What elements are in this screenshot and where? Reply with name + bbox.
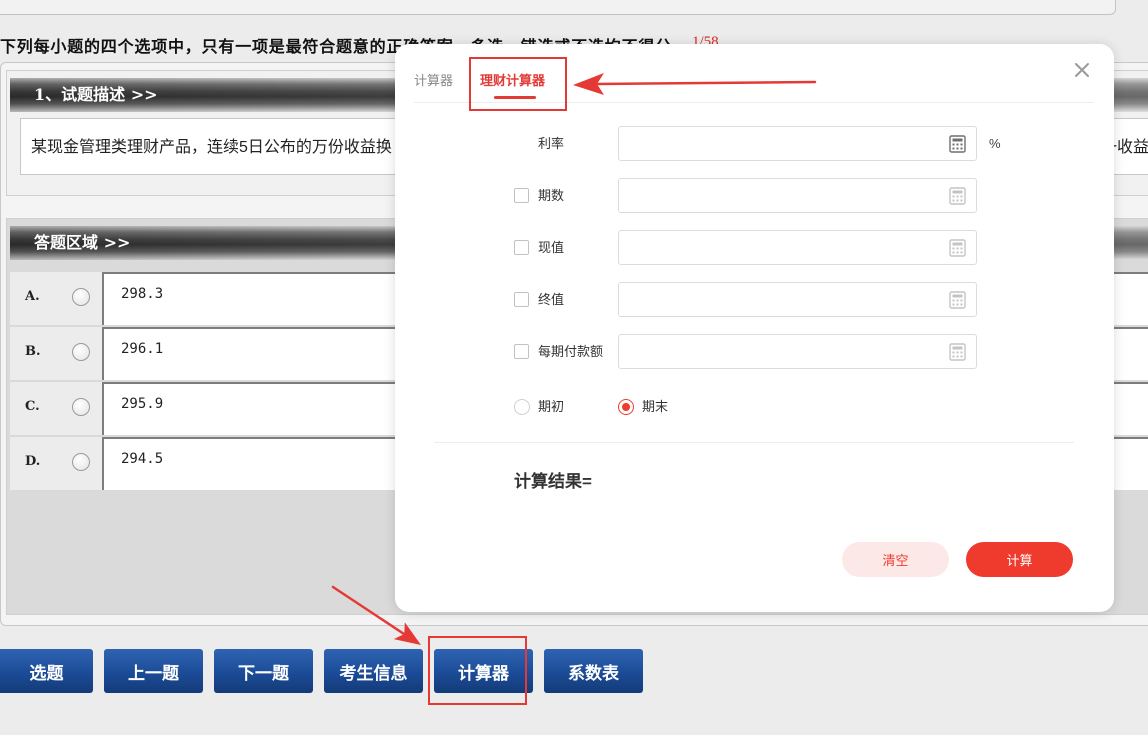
- field-label: 现值: [538, 240, 565, 255]
- next-question-button[interactable]: 下一题: [214, 649, 313, 693]
- question-section-title: 1、试题描述 >>: [34, 85, 158, 104]
- calculator-icon[interactable]: [949, 187, 966, 205]
- option-radio-c[interactable]: [72, 398, 90, 416]
- calculation-result: 计算结果=: [514, 471, 598, 493]
- end-of-period-label[interactable]: 期末: [642, 397, 668, 417]
- annotation-highlight-calculator-button: [428, 636, 527, 705]
- coefficient-table-button[interactable]: 系数表: [544, 649, 643, 693]
- end-of-period-radio[interactable]: [618, 399, 634, 415]
- interest-rate-input[interactable]: [618, 126, 977, 161]
- percent-unit: %: [989, 136, 1001, 151]
- option-value: 294.5: [121, 451, 164, 467]
- result-label: 计算结果=: [514, 472, 592, 491]
- answer-section-title: 答题区域 >>: [34, 233, 131, 252]
- calculator-icon[interactable]: [949, 291, 966, 309]
- future-value-checkbox[interactable]: [514, 292, 529, 307]
- option-letter: D.: [25, 454, 41, 469]
- question-stem-text: 某现金管理类理财产品，连续5日公布的万份收益换: [31, 139, 392, 156]
- finance-calculator-dialog: 计算器 理财计算器 利率 % 期数 现值 终值 每期付款额 期初 期末 计算结果…: [395, 44, 1114, 612]
- beginning-of-period-radio[interactable]: [514, 399, 530, 415]
- field-row-payment: 每期付款额: [395, 334, 1114, 369]
- annotation-highlight-finance-tab: [469, 57, 567, 111]
- future-value-input[interactable]: [618, 282, 977, 317]
- payment-input[interactable]: [618, 334, 977, 369]
- field-row-interest-rate: 利率 %: [395, 126, 1114, 161]
- option-radio-d[interactable]: [72, 453, 90, 471]
- previous-question-button[interactable]: 上一题: [104, 649, 203, 693]
- beginning-of-period-label[interactable]: 期初: [538, 397, 564, 417]
- present-value-checkbox[interactable]: [514, 240, 529, 255]
- calculator-icon[interactable]: [949, 135, 966, 153]
- compute-button[interactable]: 计算: [966, 542, 1073, 577]
- payment-checkbox[interactable]: [514, 344, 529, 359]
- select-question-button[interactable]: 选题: [0, 649, 93, 693]
- top-header-strip: [0, 0, 1116, 15]
- present-value-input[interactable]: [618, 230, 977, 265]
- field-label: 期数: [538, 188, 565, 203]
- interest-rate-field[interactable]: [619, 127, 939, 160]
- field-row-present-value: 现值: [395, 230, 1114, 265]
- payment-field[interactable]: [619, 335, 939, 368]
- future-value-field[interactable]: [619, 283, 939, 316]
- periods-field[interactable]: [619, 179, 939, 212]
- option-value: 295.9: [121, 396, 164, 412]
- candidate-info-button[interactable]: 考生信息: [324, 649, 423, 693]
- close-icon[interactable]: [1074, 62, 1090, 78]
- field-label: 每期付款额: [538, 344, 604, 359]
- option-value: 296.1: [121, 341, 164, 357]
- calculator-icon[interactable]: [949, 239, 966, 257]
- payment-timing-group: 期初 期末: [395, 397, 1114, 417]
- periods-input[interactable]: [618, 178, 977, 213]
- field-row-periods: 期数: [395, 178, 1114, 213]
- tab-calculator[interactable]: 计算器: [414, 70, 453, 89]
- calculator-icon[interactable]: [949, 343, 966, 361]
- field-row-future-value: 终值: [395, 282, 1114, 317]
- result-divider: [434, 442, 1074, 443]
- option-letter: A.: [25, 289, 40, 304]
- option-radio-a[interactable]: [72, 288, 90, 306]
- option-letter: C.: [25, 399, 40, 414]
- present-value-field[interactable]: [619, 231, 939, 264]
- clear-button[interactable]: 清空: [842, 542, 949, 577]
- field-label: 利率: [538, 136, 565, 151]
- option-value: 298.3: [121, 286, 164, 302]
- periods-checkbox[interactable]: [514, 188, 529, 203]
- option-letter: B.: [25, 344, 41, 359]
- field-label: 终值: [538, 292, 565, 307]
- option-radio-b[interactable]: [72, 343, 90, 361]
